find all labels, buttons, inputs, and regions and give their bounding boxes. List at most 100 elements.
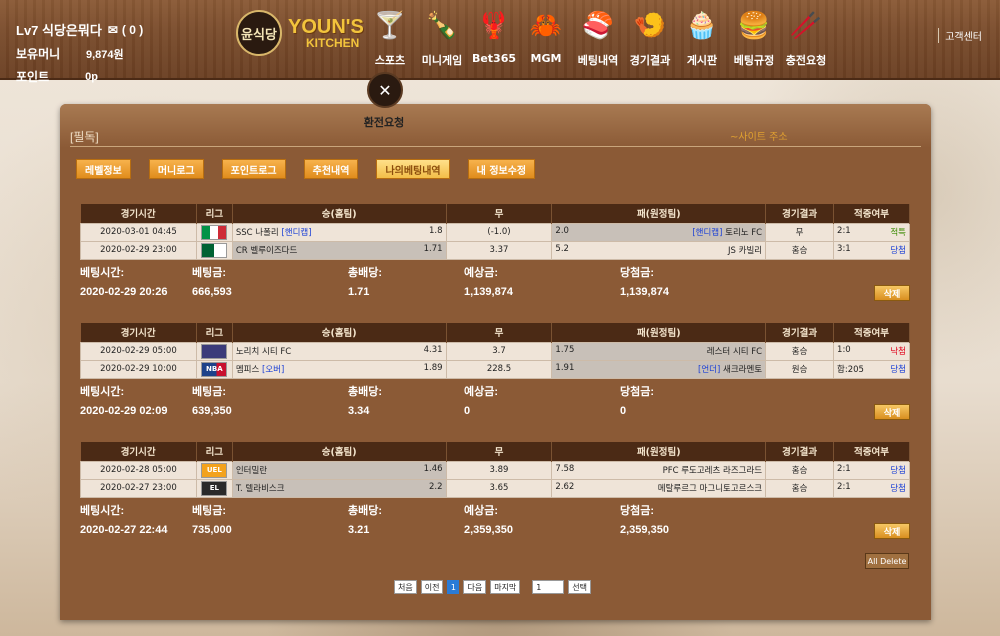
nav-board[interactable]: 🧁 게시판 [676, 6, 728, 68]
winnings-amount: 2,359,350 [620, 523, 669, 536]
home-odds: 1.8 [429, 226, 443, 236]
home-cell: SSC 나폴리 [핸디캡] 1.8 [231, 222, 447, 242]
bet-time-label: 베팅시간: [80, 385, 125, 398]
table-row: 2020-02-27 23:00 EL T. 텔라비스크 2.2 3.65 2.62 메… [80, 478, 910, 498]
score: 2:1 [837, 482, 851, 492]
expected-label: 예상금: [464, 266, 499, 279]
lobster-icon: 🦞 [477, 11, 511, 41]
tab-referrals[interactable]: 추천내역 [303, 159, 359, 179]
delete-button[interactable]: 삭제 [874, 404, 910, 420]
match-time: 2020-03-01 04:45 [80, 222, 197, 242]
away-odds: 1.75 [555, 345, 575, 355]
nav-bet365[interactable]: 🦞 Bet365 [468, 6, 520, 68]
tab-point-log[interactable]: 포인트로그 [221, 159, 286, 179]
delete-button[interactable]: 삭제 [874, 285, 910, 301]
message-count[interactable]: ( 0 ) [122, 23, 143, 37]
total-odds-label: 총배당: [348, 504, 383, 517]
euroleague-flag-icon: EL [201, 480, 228, 496]
nav-mgm[interactable]: 🦀 MGM [520, 6, 572, 68]
page-last-button[interactable]: 마지막 [490, 580, 521, 594]
nav-label: Bet365 [471, 52, 517, 65]
nba-flag-icon: NBA [201, 361, 228, 377]
nav-label: MGM [530, 52, 562, 65]
mail-icon[interactable]: ✉ [108, 23, 118, 37]
page-first-button[interactable]: 처음 [394, 580, 417, 594]
page-current[interactable]: 1 [447, 580, 460, 594]
nav-minigame[interactable]: 🍾 미니게임 [416, 6, 468, 68]
bet-amount-label: 베팅금: [192, 504, 227, 517]
delete-button[interactable]: 삭제 [874, 523, 910, 539]
match-result: 무 [765, 222, 835, 242]
customer-center-link[interactable]: 고객센터 [938, 28, 982, 43]
home-cell: T. 텔라비스크 2.2 [231, 478, 447, 498]
site-logo[interactable]: 윤식당 YOUN'S KITCHEN [236, 10, 364, 56]
nav-rules[interactable]: 🍔 베팅규정 [728, 6, 780, 68]
tab-my-bets[interactable]: 나의베팅내역 [376, 159, 450, 179]
bet-slip: 경기시간 리그 승(홈팀) 무 패(원정팀) 경기결과 적중여부 2020-02-29 05:… [80, 323, 910, 420]
bet-table: 경기시간 리그 승(홈팀) 무 패(원정팀) 경기결과 적중여부 2020-02-29 05:… [80, 323, 910, 379]
all-delete-button[interactable]: All Delete [865, 553, 909, 569]
col-draw: 무 [446, 204, 553, 223]
expected-amount: 0 [464, 404, 471, 417]
score: 1:0 [837, 345, 851, 355]
england-flag-icon [201, 343, 228, 359]
total-odds-label: 총배당: [348, 266, 383, 279]
col-away: 패(원정팀) [551, 323, 767, 342]
draw-odds: 3.37 [445, 240, 553, 260]
nav-label: 스포츠 [374, 54, 406, 67]
bet-slip: 경기시간 리그 승(홈팀) 무 패(원정팀) 경기결과 적중여부 2020-02-28 05:… [80, 442, 910, 539]
expected-amount: 2,359,350 [464, 523, 513, 536]
page-next-button[interactable]: 다음 [463, 580, 487, 594]
winnings-label: 당첨금: [620, 266, 655, 279]
nav-deposit[interactable]: 🥢 충전요청 [780, 6, 832, 68]
main-nav: 🍸 스포츠 🍾 미니게임 🦞 Bet365 🦀 MGM 🍣 베팅내역 🍤 경기결과 🧁 게시판… [364, 6, 832, 68]
draw-odds: (-1.0) [445, 222, 553, 242]
away-tag: [핸디캡] [692, 228, 723, 238]
away-cell: 2.62 메탈루르그 마그니토고르스크 [551, 478, 767, 498]
match-result: 원승 [765, 359, 835, 379]
away-team: 토리노 FC [725, 228, 763, 238]
away-team: 메탈루르그 마그니토고르스크 [657, 484, 763, 494]
match-result: 홈승 [765, 341, 835, 361]
table-row: 2020-02-28 05:00 UEL 인터밀란 1.46 3.89 7.58 PFC… [80, 460, 910, 480]
panel-header [60, 104, 931, 148]
withdraw-label: 환전요청 [363, 116, 405, 129]
page-go-button[interactable]: 선택 [568, 580, 592, 594]
page-prev-button[interactable]: 이전 [420, 580, 444, 594]
bet-summary: 베팅시간: 2020-02-29 02:09 베팅금: 639,350 총배당: 3.34… [80, 383, 910, 417]
home-team: CR 벨루이즈다드 [235, 246, 298, 256]
match-time: 2020-02-27 23:00 [80, 478, 197, 498]
away-odds: 1.91 [555, 363, 575, 373]
nav-sports[interactable]: 🍸 스포츠 [364, 6, 416, 68]
status-badge: 낙첨 [890, 347, 906, 357]
nav-results[interactable]: 🍤 경기결과 [624, 6, 676, 68]
match-result: 홈승 [765, 478, 835, 498]
home-odds: 1.71 [423, 244, 443, 254]
tab-edit-profile[interactable]: 내 정보수정 [467, 159, 536, 179]
cocktail-icon: 🍸 [373, 11, 407, 41]
home-team: SSC 나폴리 [235, 228, 279, 238]
hit-cell: 2:1 적특 [833, 222, 910, 242]
nav-withdraw[interactable]: ✕ 환전요청 [360, 72, 410, 130]
winnings-amount: 1,139,874 [620, 285, 669, 298]
chopsticks-icon: 🥢 [789, 11, 823, 41]
tab-money-log[interactable]: 머니로그 [148, 159, 204, 179]
score: 3:1 [837, 244, 851, 254]
col-match-time: 경기시간 [80, 442, 197, 461]
col-away: 패(원정팀) [551, 442, 767, 461]
league-cell: NBA [195, 359, 233, 379]
col-hit: 적중여부 [833, 442, 910, 461]
notice-title[interactable]: [필독] [70, 128, 99, 145]
col-league: 리그 [196, 323, 233, 342]
home-team: 멤피스 [235, 365, 260, 375]
away-cell: 1.75 레스터 시티 FC [551, 341, 767, 361]
winnings-label: 당첨금: [620, 385, 655, 398]
user-level-name: Lv7 식당은뭐다 [16, 23, 102, 38]
nav-label: 충전요청 [785, 54, 827, 67]
panel-divider [70, 146, 921, 147]
away-odds: 7.58 [555, 464, 575, 474]
nav-bet-history[interactable]: 🍣 베팅내역 [572, 6, 624, 68]
away-odds: 5.2 [555, 244, 569, 254]
tab-level-info[interactable]: 레벨정보 [76, 159, 131, 179]
page-number-input[interactable]: 1 [532, 580, 565, 594]
